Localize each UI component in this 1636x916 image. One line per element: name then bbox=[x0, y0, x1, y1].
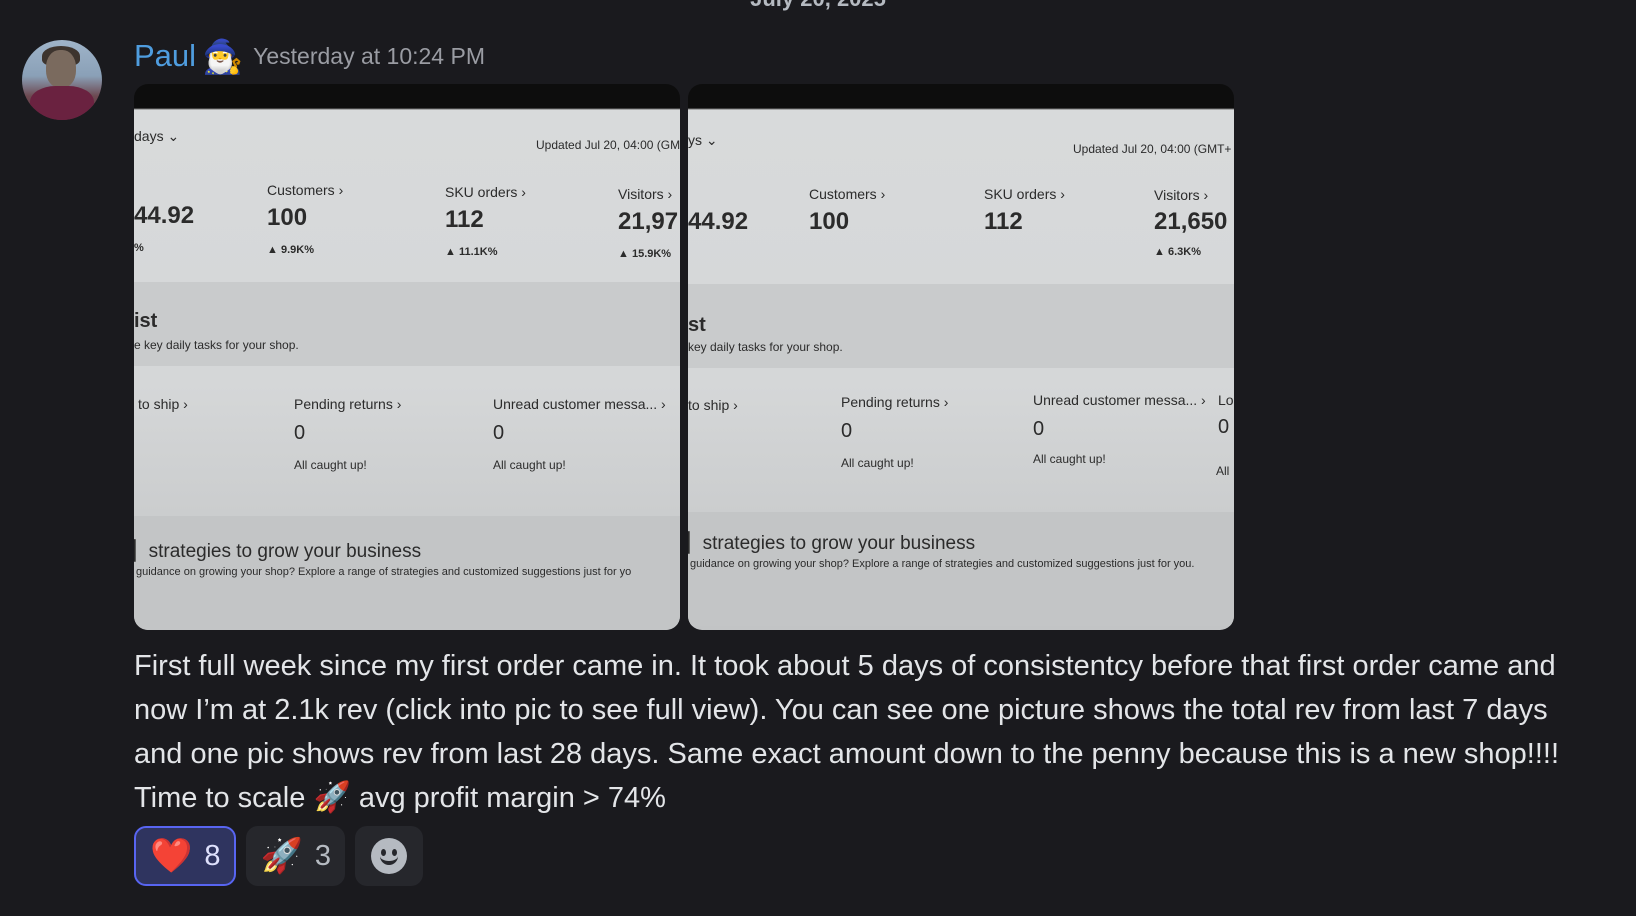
checklist-title: st bbox=[688, 314, 706, 336]
attachment-image[interactable]: ys ⌄ Updated Jul 20, 04:00 (GMT+ 44.92 C… bbox=[688, 84, 1234, 630]
metric-value: 112 bbox=[984, 208, 1023, 235]
metric-label: Customers › bbox=[267, 182, 344, 198]
task-status: All caught up! bbox=[493, 458, 566, 472]
checklist-band bbox=[134, 282, 680, 366]
attachment-image[interactable]: days ⌄ Updated Jul 20, 04:00 (GM 44.92 %… bbox=[134, 84, 680, 630]
timestamp[interactable]: Yesterday at 10:24 PM bbox=[253, 43, 485, 70]
reaction-rocket[interactable]: 🚀 3 bbox=[246, 826, 345, 886]
metric-label: Visitors › bbox=[618, 186, 673, 202]
avatar[interactable] bbox=[22, 40, 102, 120]
task-label: Unread customer messa... › bbox=[1033, 392, 1206, 408]
date-divider: July 20, 2025 bbox=[0, 0, 1636, 12]
message-body-tail: avg profit margin > 74% bbox=[358, 782, 666, 814]
metric-pct: ▲ 11.1K% bbox=[445, 246, 498, 258]
updated-label: Updated Jul 20, 04:00 (GMT+ bbox=[1073, 142, 1232, 156]
metric-pct: ▲ 6.3K% bbox=[1154, 246, 1201, 258]
task-label: Lo bbox=[1218, 392, 1234, 408]
task-label: to ship › bbox=[688, 397, 738, 413]
message-header: Paul 🧙‍♂️ Yesterday at 10:24 PM bbox=[134, 36, 485, 76]
heart-icon: ❤️ bbox=[150, 837, 193, 875]
task-value: 0 bbox=[493, 422, 505, 444]
avatar-head bbox=[46, 50, 76, 88]
task-status: All bbox=[1216, 464, 1230, 478]
task-label: Unread customer messa... › bbox=[493, 396, 666, 412]
reaction-count: 8 bbox=[204, 839, 221, 872]
task-label: Pending returns › bbox=[841, 394, 949, 410]
checklist-band bbox=[688, 284, 1234, 368]
add-reaction-button[interactable] bbox=[354, 826, 423, 886]
strategies-subtitle: guidance on growing your shop? Explore a… bbox=[690, 558, 1195, 570]
reaction-heart[interactable]: ❤️ 8 bbox=[134, 826, 237, 886]
strategies-subtitle: guidance on growing your shop? Explore a… bbox=[136, 566, 632, 578]
rocket-emoji-icon: 🚀 bbox=[313, 781, 351, 814]
task-value: 0 bbox=[1033, 418, 1045, 440]
rocket-icon: 🚀 bbox=[260, 837, 303, 875]
role-badge-icon: 🧙‍♂️ bbox=[202, 37, 244, 75]
date-range-dropdown: days ⌄ bbox=[134, 128, 180, 144]
avatar-body bbox=[30, 86, 94, 120]
strategies-title: ▏strategies to grow your business bbox=[688, 533, 976, 554]
revenue-value: 44.92 bbox=[134, 202, 195, 229]
metric-label: SKU orders › bbox=[445, 184, 526, 200]
username[interactable]: Paul bbox=[134, 38, 196, 74]
image-attachments: days ⌄ Updated Jul 20, 04:00 (GM 44.92 %… bbox=[134, 84, 1234, 630]
task-status: All caught up! bbox=[841, 456, 914, 470]
metric-value: 21,650 bbox=[1154, 208, 1228, 235]
revenue-pct: % bbox=[134, 242, 144, 254]
reactions-bar: ❤️ 8 🚀 3 bbox=[134, 826, 423, 886]
metric-pct: ▲ 9.9K% bbox=[267, 244, 314, 256]
checklist-subtitle: key daily tasks for your shop. bbox=[688, 340, 843, 354]
task-label: to ship › bbox=[138, 396, 188, 412]
metric-label: Visitors › bbox=[1154, 187, 1209, 203]
metric-value: 100 bbox=[267, 204, 308, 231]
task-status: All caught up! bbox=[1033, 452, 1106, 466]
smiley-icon bbox=[370, 838, 407, 874]
task-value: 0 bbox=[1218, 416, 1230, 438]
metric-label: SKU orders › bbox=[984, 186, 1065, 202]
metric-pct: ▲ 15.9K% bbox=[618, 248, 672, 260]
task-value: 0 bbox=[294, 422, 306, 444]
strategies-title: ▏strategies to grow your business bbox=[134, 541, 422, 562]
metric-value: 100 bbox=[809, 208, 850, 235]
checklist-subtitle: e key daily tasks for your shop. bbox=[134, 338, 299, 352]
revenue-value: 44.92 bbox=[688, 208, 749, 235]
updated-label: Updated Jul 20, 04:00 (GM bbox=[536, 138, 680, 152]
checklist-title: ist bbox=[134, 310, 158, 332]
task-status: All caught up! bbox=[294, 458, 367, 472]
message-text: First full week since my first order cam… bbox=[134, 644, 1574, 820]
reaction-count: 3 bbox=[314, 839, 331, 872]
date-range-dropdown: ys ⌄ bbox=[688, 132, 718, 148]
metric-value: 112 bbox=[445, 206, 484, 233]
metric-value: 21,97 bbox=[618, 208, 679, 235]
task-value: 0 bbox=[841, 420, 853, 442]
task-label: Pending returns › bbox=[294, 396, 402, 412]
metric-label: Customers › bbox=[809, 186, 886, 202]
